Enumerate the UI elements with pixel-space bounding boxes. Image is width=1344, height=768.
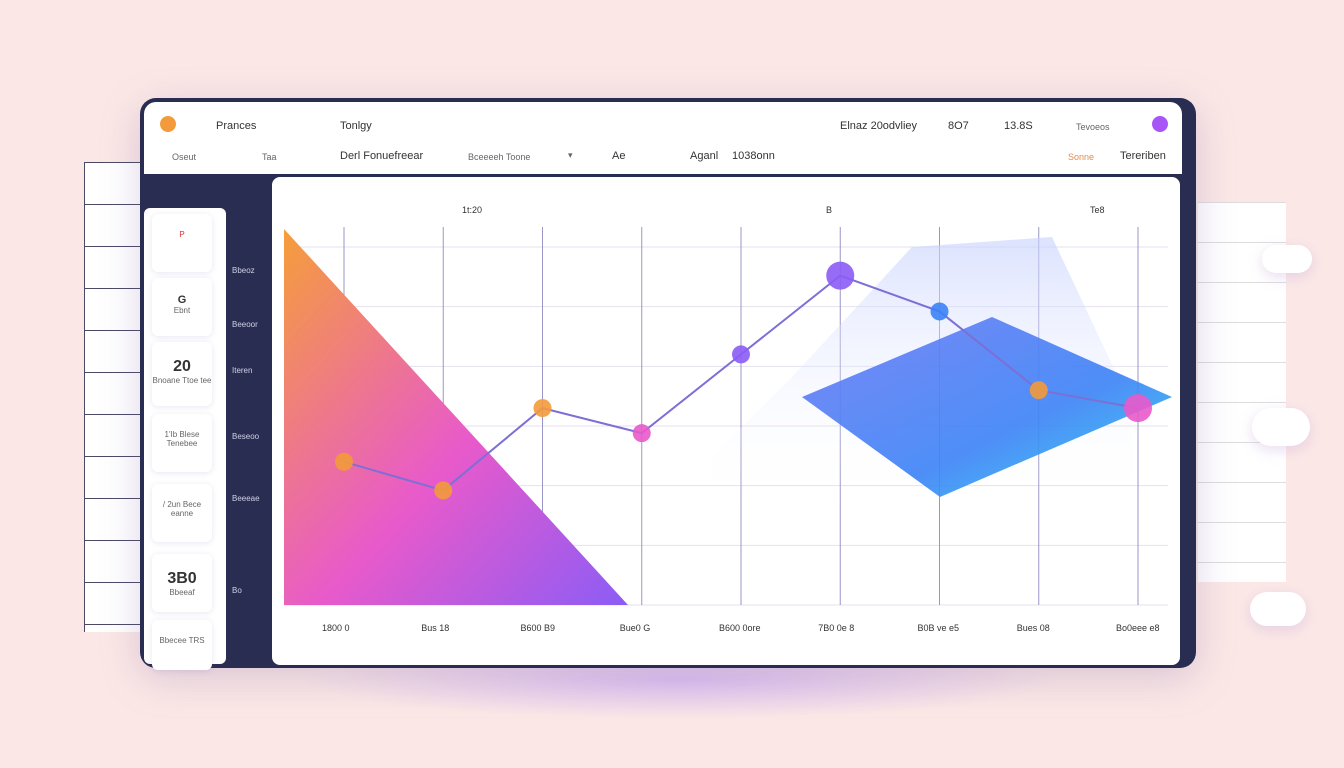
top-marker-label: Te8 <box>1090 205 1105 215</box>
data-point <box>533 399 552 418</box>
nav-item[interactable]: Beseoo <box>232 432 259 441</box>
logo-icon <box>160 116 176 132</box>
tab-oseut[interactable]: Oseut <box>172 152 196 162</box>
x-tick-label: Bus 18 <box>421 623 450 633</box>
x-tick-label: B600 0ore <box>719 623 761 633</box>
cloud-decoration <box>1250 592 1306 626</box>
info-count: 8O7 <box>948 120 969 132</box>
data-point <box>930 302 949 321</box>
x-tick-label: Bues 08 <box>1016 623 1050 633</box>
chart-area: 1800 0 Bus 18 B600 B9 Bue0 G B600 0ore 7B0 0e… <box>272 177 1180 665</box>
stat-card[interactable]: / 2un Bece eanne <box>152 484 212 542</box>
app-window: Prances Tonlgy Elnaz 20odvliey 8O7 13.8S… <box>140 98 1196 670</box>
x-tick-label: 7B0 0e 8 <box>818 623 855 633</box>
main-chart <box>284 227 1172 606</box>
dropdown-caret-icon[interactable]: ▾ <box>568 150 573 161</box>
info-date: Elnaz 20odvliey <box>840 120 918 132</box>
filter-aganl[interactable]: Aganl <box>690 150 718 162</box>
data-point <box>826 261 855 290</box>
filter-value: 1038onn <box>732 150 775 162</box>
x-tick-label: B0B ve e5 <box>917 623 960 633</box>
background-grid-left <box>84 162 141 632</box>
data-point <box>335 452 353 471</box>
cloud-decoration <box>1262 245 1312 273</box>
nav-item[interactable]: Iteren <box>232 366 252 375</box>
tab-taa[interactable]: Taa <box>262 152 277 162</box>
search-field[interactable]: Bceeeeh Toone <box>468 152 530 162</box>
page-title: Derl Fonuefreear <box>340 150 424 162</box>
x-tick-label: 1800 0 <box>322 623 350 633</box>
menu-prances[interactable]: Prances <box>216 120 256 132</box>
nav-item[interactable]: Bbeoz <box>232 266 255 275</box>
cloud-decoration <box>1252 408 1310 446</box>
action-tereriben[interactable]: Tereriben <box>1120 150 1166 162</box>
nav-item[interactable]: Bo <box>232 586 242 595</box>
data-point <box>732 345 750 364</box>
info-value: 13.8S <box>1004 120 1033 132</box>
stat-card[interactable]: 3B0 Bbeeaf <box>152 554 212 612</box>
data-point <box>434 481 453 500</box>
stat-card[interactable]: G Ebnt <box>152 278 212 336</box>
stat-card[interactable]: P <box>152 214 212 272</box>
menu-tonlgy[interactable]: Tonlgy <box>340 120 372 132</box>
x-tick-label: Bue0 G <box>619 623 651 633</box>
top-marker-label: B <box>826 205 833 215</box>
filter-ae[interactable]: Ae <box>612 150 625 162</box>
x-tick-label: Bo0eee e8 <box>1116 623 1160 633</box>
nav-item[interactable]: Beeeae <box>232 494 260 503</box>
profile-icon[interactable] <box>1152 116 1168 132</box>
stat-card[interactable]: 1'Ib Blese Tenebee <box>152 414 212 472</box>
menu-tevoeos[interactable]: Tevoeos <box>1076 122 1110 132</box>
stat-card[interactable]: Bbecee TRS <box>152 620 212 670</box>
data-point <box>632 424 651 443</box>
sidebar-cards: P G Ebnt 20 Bnoane Ttoe tee 1'Ib Blese T… <box>144 208 226 670</box>
nav-item[interactable]: Beeoor <box>232 320 258 329</box>
data-point <box>1124 394 1152 423</box>
stat-card[interactable]: 20 Bnoane Ttoe tee <box>152 342 212 406</box>
data-point <box>1029 381 1048 400</box>
titlebar: Prances Tonlgy Elnaz 20odvliey 8O7 13.8S… <box>144 102 1182 174</box>
action-sonne[interactable]: Sonne <box>1068 152 1094 162</box>
x-tick-label: B600 B9 <box>520 623 556 633</box>
top-marker-label: 1t:20 <box>462 205 483 215</box>
